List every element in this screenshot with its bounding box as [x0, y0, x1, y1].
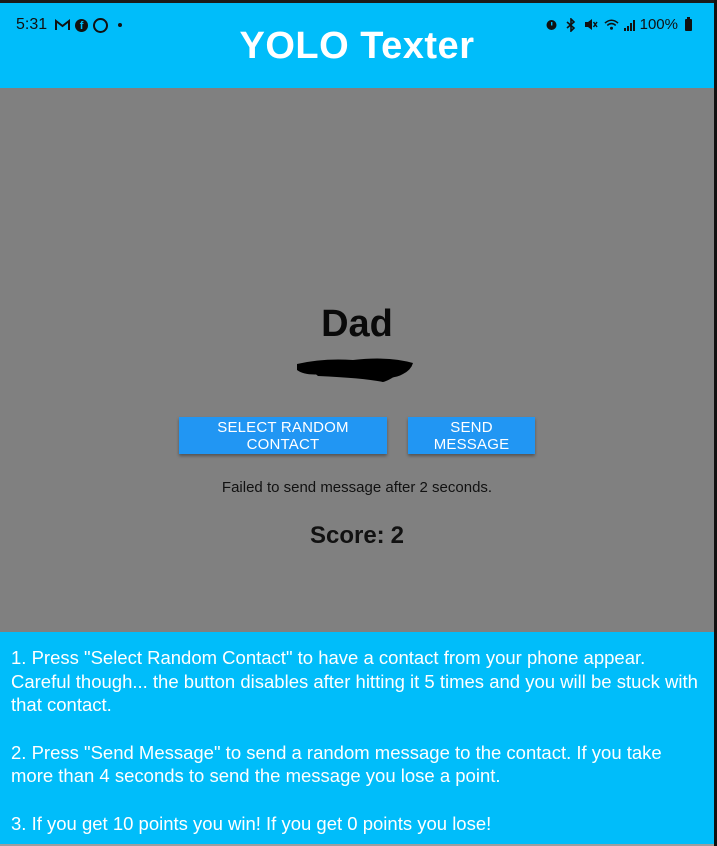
- app-header: 5:31 f 100% YOLO Texter: [0, 3, 714, 88]
- instruction-step-1: 1. Press "Select Random Contact" to have…: [11, 647, 698, 715]
- app-title: YOLO Texter: [239, 25, 475, 67]
- score-label: Score:: [309, 522, 385, 549]
- app-window: 5:31 f 100% YOLO Texter Dad SELECT RANDO…: [0, 0, 717, 846]
- score-value: 2: [390, 522, 405, 549]
- instruction-step-3: 3. If you get 10 points you win! If you …: [11, 812, 492, 834]
- redacted-phone-number: [297, 358, 413, 382]
- instructions-panel: 1. Press "Select Random Contact" to have…: [0, 632, 714, 846]
- send-message-button[interactable]: SEND MESSAGE: [408, 417, 535, 454]
- instruction-step-2: 2. Press "Send Message" to send a random…: [11, 741, 662, 787]
- status-message: Failed to send message after 2 seconds.: [221, 479, 493, 496]
- main-panel: Dad SELECT RANDOM CONTACT SEND MESSAGE F…: [0, 88, 714, 632]
- contact-name: Dad: [321, 303, 393, 345]
- select-random-contact-button[interactable]: SELECT RANDOM CONTACT: [179, 417, 387, 454]
- score-display: Score: 2: [0, 522, 714, 550]
